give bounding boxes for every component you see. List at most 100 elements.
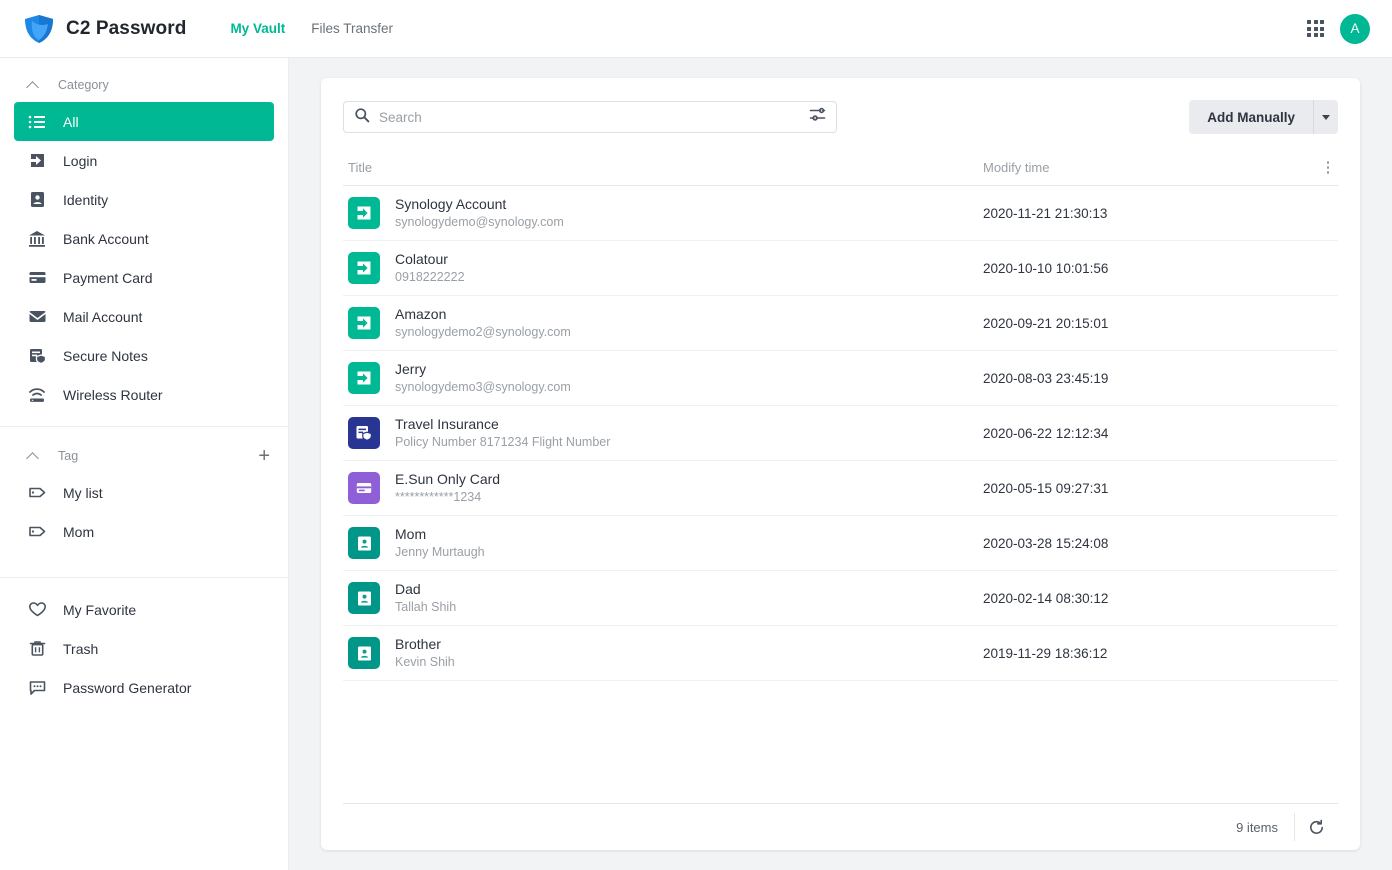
sidebar-item-label: Trash bbox=[63, 641, 98, 657]
row-subtitle: 0918222222 bbox=[395, 269, 465, 286]
sidebar-item-label: Password Generator bbox=[63, 680, 191, 696]
search-box[interactable] bbox=[343, 101, 837, 133]
row-title-cell: Travel InsurancePolicy Number 8171234 Fl… bbox=[343, 415, 983, 451]
top-navigation: My Vault Files Transfer bbox=[230, 21, 393, 36]
refresh-button[interactable] bbox=[1294, 813, 1338, 841]
table-row[interactable]: BrotherKevin Shih 2019-11-29 18:36:12 bbox=[343, 626, 1338, 681]
row-subtitle: synologydemo3@synology.com bbox=[395, 379, 571, 396]
sidebar-item-label: My list bbox=[63, 485, 103, 501]
row-title: Synology Account bbox=[395, 195, 564, 213]
column-header-title[interactable]: Title bbox=[343, 160, 983, 175]
sidebar-item-mail-account[interactable]: Mail Account bbox=[14, 297, 274, 336]
add-manually-button[interactable]: Add Manually bbox=[1189, 100, 1313, 134]
chevron-up-icon[interactable] bbox=[26, 78, 40, 92]
sidebar-item-bank-account[interactable]: Bank Account bbox=[14, 219, 274, 258]
sidebar-item-my-favorite[interactable]: My Favorite bbox=[14, 590, 274, 629]
table-row[interactable]: Colatour09182222222020-10-10 10:01:56 bbox=[343, 241, 1338, 296]
row-text: E.Sun Only Card************1234 bbox=[395, 470, 500, 506]
table-row[interactable]: Travel InsurancePolicy Number 8171234 Fl… bbox=[343, 406, 1338, 461]
sidebar-item-secure-notes[interactable]: Secure Notes bbox=[14, 336, 274, 375]
row-title: Jerry bbox=[395, 360, 571, 378]
sidebar-item-my-list[interactable]: My list bbox=[14, 473, 274, 512]
secure-note-icon bbox=[348, 417, 380, 449]
sidebar-item-wireless-router[interactable]: Wireless Router bbox=[14, 375, 274, 414]
row-subtitle: synologydemo@synology.com bbox=[395, 214, 564, 231]
row-title-cell: Amazonsynologydemo2@synology.com bbox=[343, 305, 983, 341]
table-row[interactable]: Synology Accountsynologydemo@synology.co… bbox=[343, 186, 1338, 241]
grid-apps-icon[interactable] bbox=[1307, 20, 1324, 37]
sidebar-item-login[interactable]: Login bbox=[14, 141, 274, 180]
tag-icon bbox=[26, 482, 48, 504]
identity-card-icon bbox=[348, 637, 380, 669]
row-text: Colatour0918222222 bbox=[395, 250, 465, 286]
row-text: Jerrysynologydemo3@synology.com bbox=[395, 360, 571, 396]
add-manually-dropdown-button[interactable] bbox=[1313, 100, 1338, 134]
plus-icon[interactable]: + bbox=[258, 446, 270, 466]
row-text: BrotherKevin Shih bbox=[395, 635, 455, 671]
chevron-up-icon[interactable] bbox=[26, 449, 40, 463]
sidebar-item-trash[interactable]: Trash bbox=[14, 629, 274, 668]
top-bar: C2 Password My Vault Files Transfer A bbox=[0, 0, 1392, 58]
login-arrow-icon bbox=[348, 307, 380, 339]
avatar[interactable]: A bbox=[1340, 14, 1370, 44]
tab-my-vault[interactable]: My Vault bbox=[230, 21, 285, 36]
row-title-cell: DadTallah Shih bbox=[343, 580, 983, 616]
sidebar-item-all[interactable]: All bbox=[14, 102, 274, 141]
sidebar-item-label: Bank Account bbox=[63, 231, 149, 247]
search-icon bbox=[354, 107, 370, 128]
row-subtitle: synologydemo2@synology.com bbox=[395, 324, 571, 341]
row-title: Brother bbox=[395, 635, 455, 653]
sidebar-item-password-generator[interactable]: Password Generator bbox=[14, 668, 274, 707]
secure-note-icon bbox=[26, 345, 48, 367]
row-subtitle: Tallah Shih bbox=[395, 599, 456, 616]
sidebar-item-mom[interactable]: Mom bbox=[14, 512, 274, 551]
row-modify-time: 2020-11-21 21:30:13 bbox=[983, 206, 1338, 221]
tag-section-header: Tag + bbox=[0, 439, 288, 473]
sidebar-item-label: Mail Account bbox=[63, 309, 142, 325]
table-header: Title Modify time bbox=[343, 150, 1338, 186]
main-content: Add Manually Title Modify time Synology … bbox=[289, 58, 1392, 870]
table-footer: 9 items bbox=[343, 803, 1338, 850]
tag-icon bbox=[26, 521, 48, 543]
identity-card-icon bbox=[26, 189, 48, 211]
column-header-modify-time[interactable]: Modify time bbox=[983, 160, 1318, 175]
identity-card-icon bbox=[348, 582, 380, 614]
heart-icon bbox=[26, 599, 48, 621]
row-text: DadTallah Shih bbox=[395, 580, 456, 616]
sidebar-item-payment-card[interactable]: Payment Card bbox=[14, 258, 274, 297]
tab-files-transfer[interactable]: Files Transfer bbox=[311, 21, 393, 36]
row-modify-time: 2019-11-29 18:36:12 bbox=[983, 646, 1338, 661]
row-title: E.Sun Only Card bbox=[395, 470, 500, 488]
row-modify-time: 2020-09-21 20:15:01 bbox=[983, 316, 1338, 331]
row-title: Travel Insurance bbox=[395, 415, 610, 433]
credit-card-icon bbox=[348, 472, 380, 504]
table-row[interactable]: Jerrysynologydemo3@synology.com2020-08-0… bbox=[343, 351, 1338, 406]
envelope-icon bbox=[26, 306, 48, 328]
table-row[interactable]: Amazonsynologydemo2@synology.com2020-09-… bbox=[343, 296, 1338, 351]
row-text: MomJenny Murtaugh bbox=[395, 525, 485, 561]
list-icon bbox=[26, 111, 48, 133]
login-arrow-icon bbox=[348, 252, 380, 284]
table-row[interactable]: MomJenny Murtaugh2020-03-28 15:24:08 bbox=[343, 516, 1338, 571]
brand-name: C2 Password bbox=[66, 18, 186, 40]
shield-icon bbox=[22, 13, 56, 45]
row-title-cell: BrotherKevin Shih bbox=[343, 635, 983, 671]
row-subtitle: Jenny Murtaugh bbox=[395, 544, 485, 561]
sidebar-divider-2 bbox=[0, 577, 288, 578]
category-section-header: Category bbox=[0, 68, 288, 102]
table-row[interactable]: DadTallah Shih2020-02-14 08:30:12 bbox=[343, 571, 1338, 626]
table-body: Synology Accountsynologydemo@synology.co… bbox=[343, 186, 1338, 803]
row-title-cell: E.Sun Only Card************1234 bbox=[343, 470, 983, 506]
search-input[interactable] bbox=[379, 110, 809, 125]
refresh-icon bbox=[1308, 819, 1325, 836]
table-row[interactable]: E.Sun Only Card************12342020-05-1… bbox=[343, 461, 1338, 516]
kebab-menu-icon[interactable] bbox=[1318, 161, 1338, 174]
row-title: Amazon bbox=[395, 305, 571, 323]
add-manually-button-group: Add Manually bbox=[1189, 100, 1338, 134]
tune-filter-icon[interactable] bbox=[809, 106, 826, 128]
sidebar-item-identity[interactable]: Identity bbox=[14, 180, 274, 219]
row-title: Mom bbox=[395, 525, 485, 543]
top-right-actions: A bbox=[1307, 14, 1370, 44]
chevron-down-icon bbox=[1322, 115, 1330, 120]
row-title: Dad bbox=[395, 580, 456, 598]
